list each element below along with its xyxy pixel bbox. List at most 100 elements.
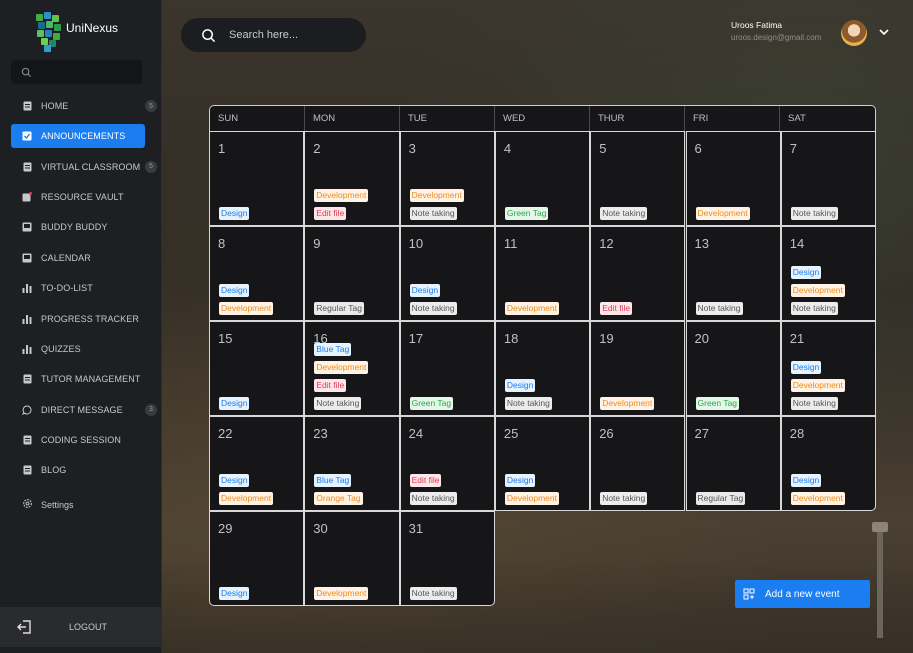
event-tag[interactable]: Note taking: [600, 207, 648, 220]
calendar-day-cell[interactable]: 25 Design Development: [494, 416, 591, 511]
calendar-day-cell[interactable]: 18 Design Note taking: [494, 321, 591, 416]
event-tag[interactable]: Design: [790, 266, 822, 279]
event-tag[interactable]: Design: [219, 397, 250, 410]
event-tag[interactable]: Note taking: [790, 397, 838, 410]
search-input[interactable]: Search here...: [181, 18, 366, 52]
calendar-day-cell[interactable]: 7 Note taking: [780, 131, 877, 226]
calendar-day-cell[interactable]: 19 Development: [590, 321, 686, 416]
avatar[interactable]: [841, 20, 867, 46]
calendar-day-cell[interactable]: 1 Design: [209, 131, 305, 226]
sidebar-item-tutor-management[interactable]: TUTOR MANAGEMENT: [11, 364, 158, 394]
event-tag[interactable]: Edit file: [600, 302, 633, 315]
event-tag[interactable]: Design: [219, 587, 250, 600]
sidebar-item-quizzes[interactable]: QUIZZES: [11, 334, 158, 364]
event-tag[interactable]: Design: [219, 474, 250, 487]
event-tag[interactable]: Development: [314, 189, 369, 202]
event-tag[interactable]: Design: [790, 361, 822, 374]
calendar-day-cell[interactable]: 23 Blue Tag Orange Tag: [304, 416, 400, 511]
event-tag[interactable]: Note taking: [409, 207, 457, 220]
sidebar-item-direct-message[interactable]: DIRECT MESSAGE 3: [11, 395, 158, 425]
calendar-day-cell[interactable]: 9 Regular Tag: [304, 226, 400, 321]
event-tag[interactable]: Orange Tag: [314, 492, 363, 505]
calendar-day-cell[interactable]: 8 Design Development: [209, 226, 305, 321]
calendar-day-cell[interactable]: 15 Design: [209, 321, 305, 416]
sidebar-item-virtual-classroom[interactable]: VIRTUAL CLASSROOM 5: [11, 151, 158, 181]
calendar-day-cell[interactable]: 14 Design Development Note taking: [780, 226, 877, 321]
event-tag[interactable]: Note taking: [790, 207, 838, 220]
event-tag[interactable]: Edit file: [314, 207, 347, 220]
calendar-day-cell[interactable]: 17 Green Tag: [399, 321, 495, 416]
sidebar-item-home[interactable]: HOME 5: [11, 91, 158, 121]
event-tag[interactable]: Note taking: [600, 492, 648, 505]
event-tag[interactable]: Development: [695, 207, 750, 220]
event-tag[interactable]: Development: [504, 302, 559, 315]
calendar-day-cell[interactable]: 26 Note taking: [590, 416, 686, 511]
calendar-day-cell[interactable]: 31 Note taking: [399, 511, 495, 606]
calendar-day-cell[interactable]: 3 Development Note taking: [399, 131, 495, 226]
sidebar-item-announcements[interactable]: ANNOUNCEMENTS: [11, 124, 145, 149]
event-tag[interactable]: Development: [790, 492, 845, 505]
event-tag[interactable]: Development: [314, 361, 369, 374]
event-tag[interactable]: Development: [790, 379, 845, 392]
event-tag[interactable]: Development: [219, 492, 274, 505]
calendar-day-cell[interactable]: 21 Design Development Note taking: [780, 321, 877, 416]
event-tag[interactable]: Development: [600, 397, 655, 410]
settings-link[interactable]: Settings: [22, 498, 74, 511]
calendar-day-cell[interactable]: 13 Note taking: [685, 226, 781, 321]
event-tag[interactable]: Note taking: [314, 397, 362, 410]
sidebar-item-resource-vault[interactable]: RESOURCE VAULT: [11, 182, 158, 212]
sidebar-item-blog[interactable]: BLOG: [11, 455, 158, 485]
sidebar-item-to-do-list[interactable]: TO-DO-LIST: [11, 273, 158, 303]
event-tag[interactable]: Green Tag: [409, 397, 454, 410]
calendar-day-cell[interactable]: 28 Design Development: [780, 416, 877, 511]
event-tag[interactable]: Note taking: [504, 397, 552, 410]
calendar-day-cell[interactable]: 5 Note taking: [590, 131, 686, 226]
calendar-day-cell[interactable]: 22 Design Development: [209, 416, 305, 511]
calendar-day-cell[interactable]: 29 Design: [209, 511, 305, 606]
event-tag[interactable]: Note taking: [409, 587, 457, 600]
sidebar-item-buddy-buddy[interactable]: BUDDY BUDDY: [11, 212, 158, 242]
calendar-day-cell[interactable]: 16 Blue Tag Development Edit file Note takin…: [304, 321, 400, 416]
calendar-day-cell[interactable]: 12 Edit file: [590, 226, 686, 321]
add-event-button[interactable]: Add a new event: [735, 580, 870, 608]
event-tag[interactable]: Regular Tag: [314, 302, 364, 315]
sidebar-search-input[interactable]: [11, 60, 142, 84]
event-tag[interactable]: Development: [790, 284, 845, 297]
event-tag[interactable]: Edit file: [314, 379, 347, 392]
event-tag[interactable]: Blue Tag: [314, 474, 352, 487]
event-tag[interactable]: Development: [219, 302, 274, 315]
calendar-day-cell[interactable]: 6 Development: [685, 131, 781, 226]
event-tag[interactable]: Design: [504, 379, 536, 392]
event-tag[interactable]: Design: [219, 284, 250, 297]
logout-button[interactable]: LOGOUT: [0, 607, 162, 647]
event-tag[interactable]: Design: [219, 207, 250, 220]
sidebar-item-progress-tracker[interactable]: PROGRESS TRACKER: [11, 303, 158, 333]
event-tag[interactable]: Development: [409, 189, 464, 202]
sidebar-item-coding-session[interactable]: CODING SESSION: [11, 425, 158, 455]
calendar-day-cell[interactable]: 2 Development Edit file: [304, 131, 400, 226]
event-tag[interactable]: Development: [504, 492, 559, 505]
event-tag[interactable]: Green Tag: [695, 397, 740, 410]
event-tag[interactable]: Regular Tag: [695, 492, 746, 505]
event-tag[interactable]: Green Tag: [504, 207, 549, 220]
calendar-day-cell[interactable]: 10 Design Note taking: [399, 226, 495, 321]
calendar-day-cell[interactable]: 20 Green Tag: [685, 321, 781, 416]
chevron-down-icon[interactable]: [878, 27, 890, 37]
event-tag[interactable]: Blue Tag: [314, 343, 352, 356]
user-info[interactable]: Uroos Fatima uroos.design@gmail.com: [731, 20, 821, 42]
calendar-day-cell[interactable]: 4 Green Tag: [494, 131, 591, 226]
calendar-day-cell[interactable]: 11 Development: [494, 226, 591, 321]
event-tag[interactable]: Note taking: [695, 302, 743, 315]
event-tag[interactable]: Design: [504, 474, 536, 487]
calendar-day-cell[interactable]: 24 Edit file Note taking: [399, 416, 495, 511]
event-tag[interactable]: Design: [790, 474, 822, 487]
logo[interactable]: UniNexus: [34, 12, 118, 52]
event-tag[interactable]: Note taking: [409, 492, 457, 505]
event-tag[interactable]: Development: [314, 587, 369, 600]
event-tag[interactable]: Note taking: [409, 302, 457, 315]
event-tag[interactable]: Note taking: [790, 302, 838, 315]
calendar-day-cell[interactable]: 27 Regular Tag: [685, 416, 781, 511]
event-tag[interactable]: Design: [409, 284, 441, 297]
event-tag[interactable]: Edit file: [409, 474, 442, 487]
calendar-day-cell[interactable]: 30 Development: [304, 511, 400, 606]
